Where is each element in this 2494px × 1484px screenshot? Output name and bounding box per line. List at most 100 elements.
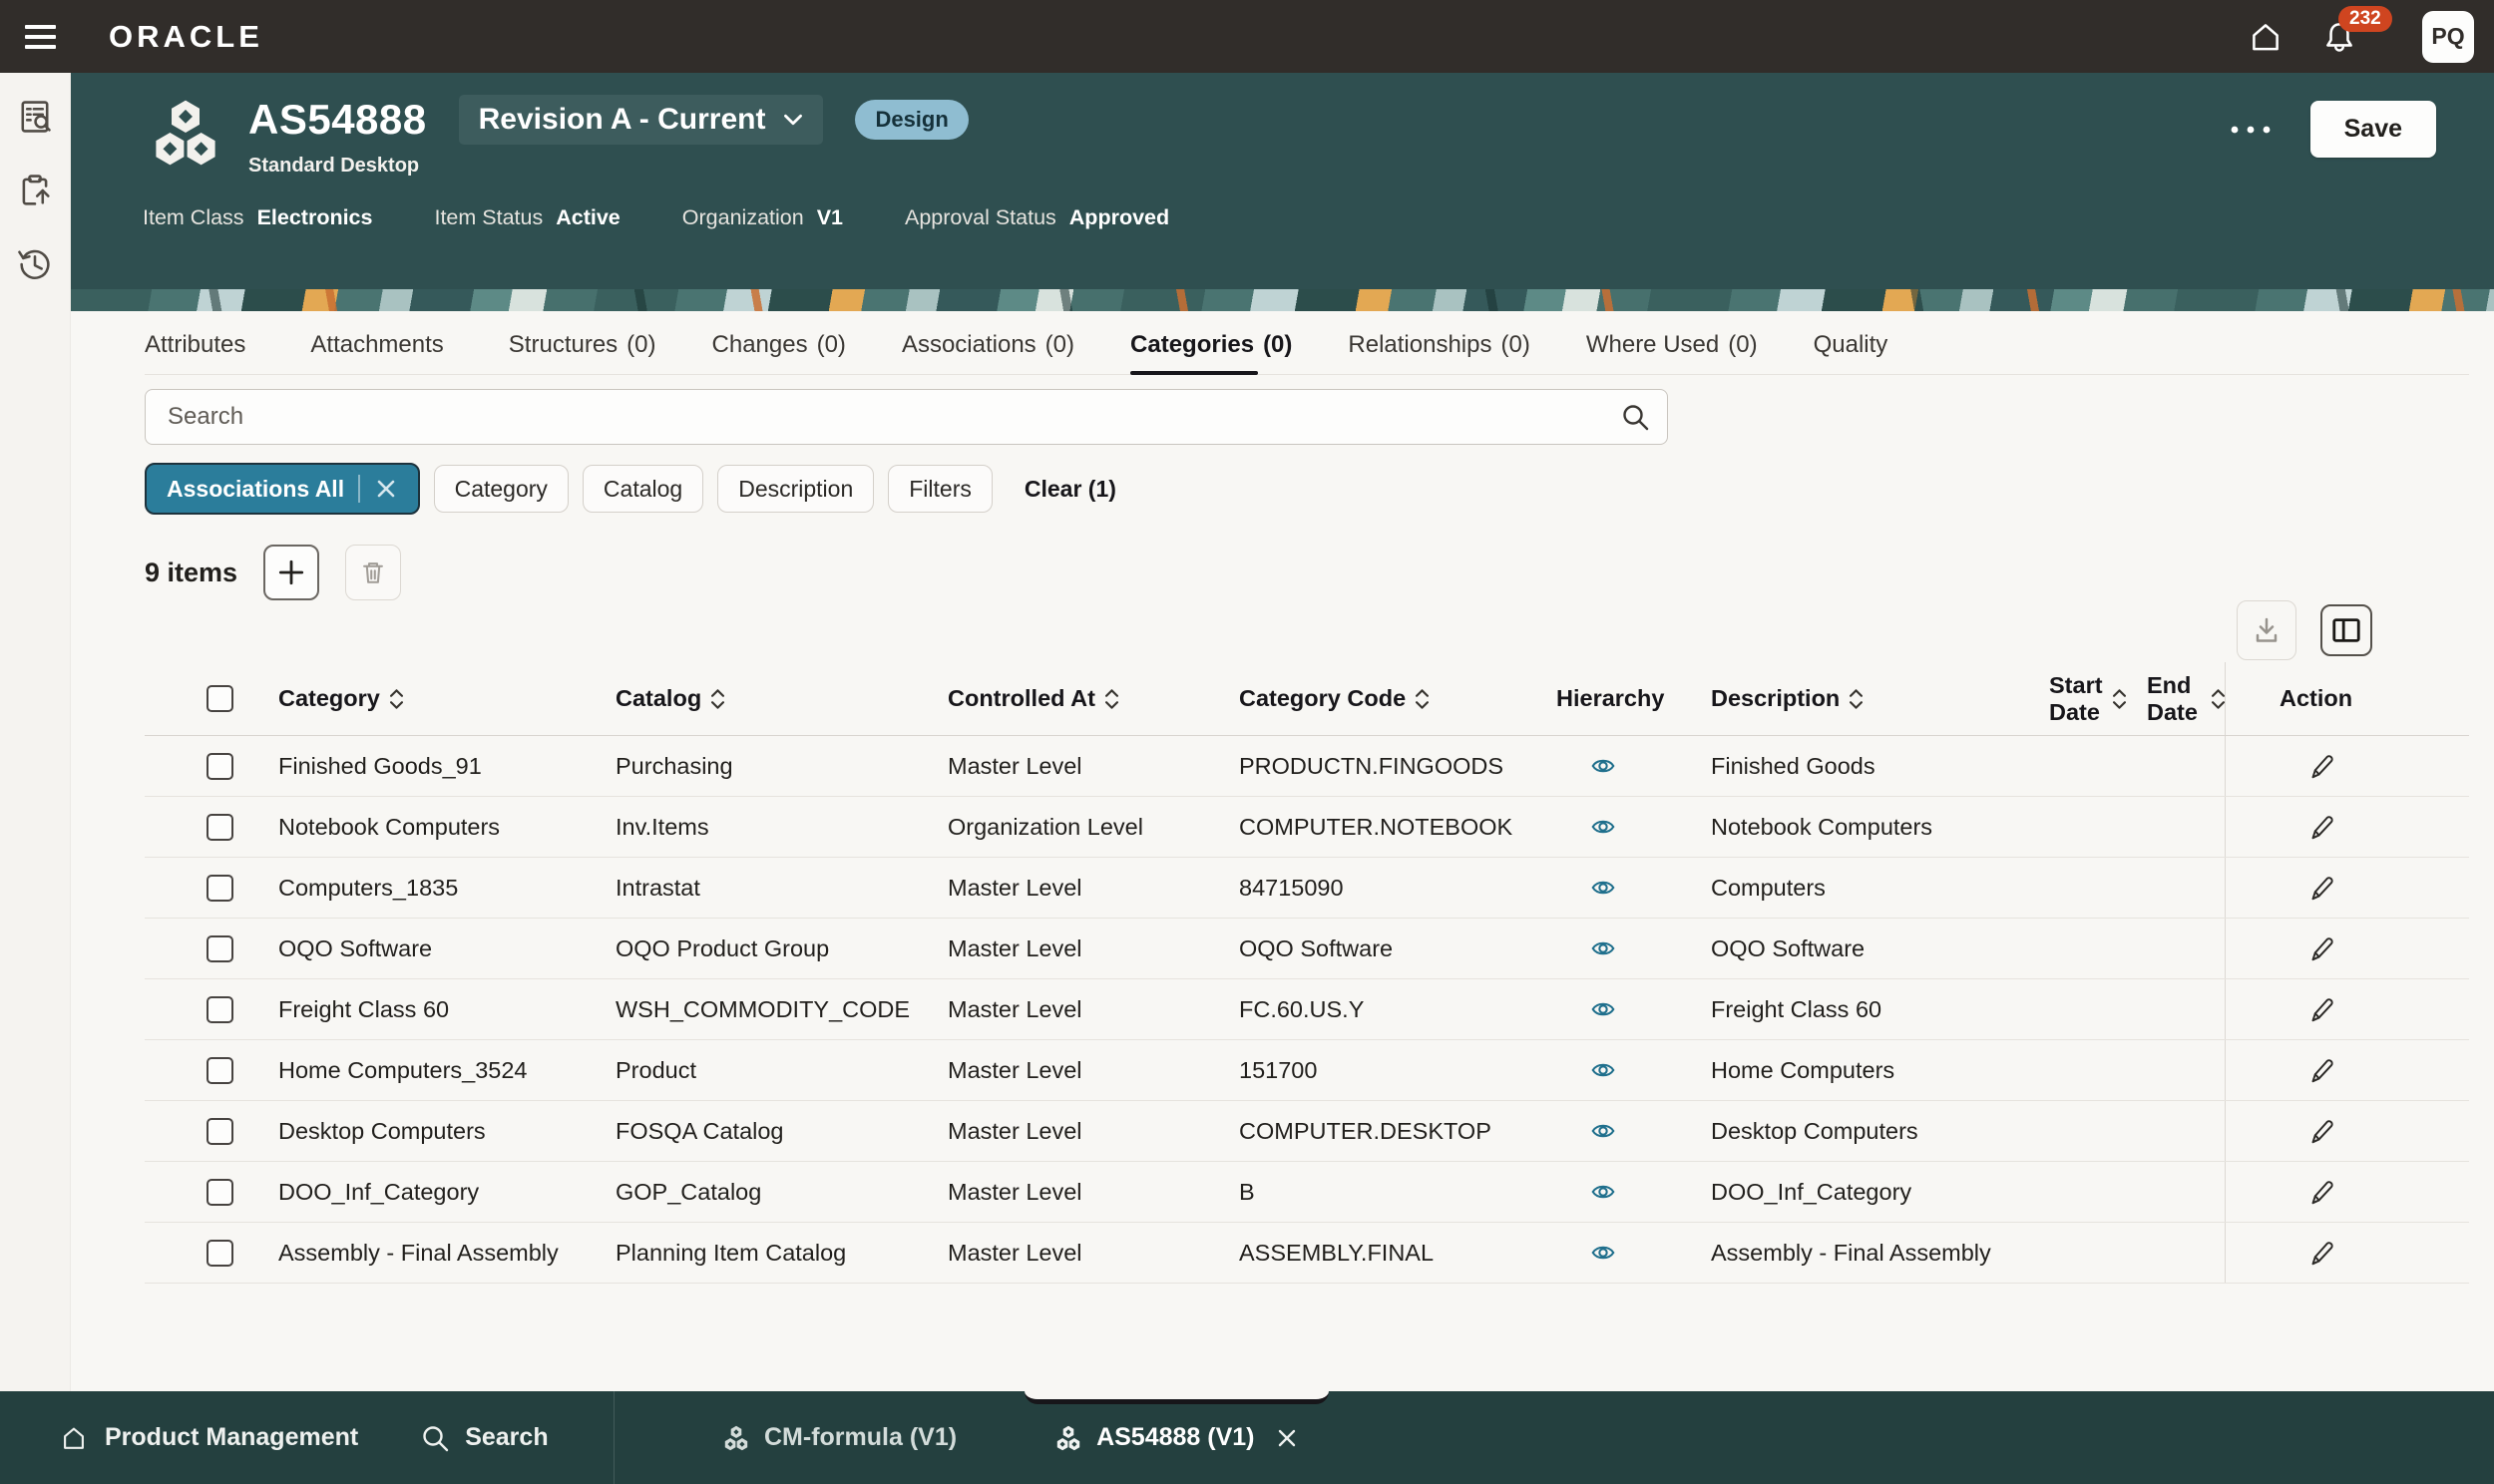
table-row: Computers_1835 Intrastat Master Level 84… — [145, 858, 2469, 919]
row-checkbox[interactable] — [207, 1057, 233, 1084]
view-hierarchy-icon[interactable] — [1588, 814, 1618, 840]
edit-icon[interactable] — [2305, 872, 2335, 904]
edit-icon[interactable] — [2305, 1054, 2335, 1086]
more-actions-button[interactable] — [2229, 105, 2273, 155]
column-header-catalog[interactable]: Catalog — [574, 685, 906, 712]
bottom-search-button[interactable]: Search — [420, 1423, 548, 1453]
controlled-at-cell: Master Level — [906, 996, 1197, 1023]
manage-columns-button[interactable] — [2320, 604, 2372, 656]
notifications-button[interactable]: 232 — [2316, 14, 2362, 60]
view-hierarchy-icon[interactable] — [1588, 875, 1618, 901]
row-checkbox[interactable] — [207, 1240, 233, 1267]
column-header-category-code[interactable]: Category Code — [1197, 685, 1514, 712]
sort-icon[interactable] — [711, 689, 724, 709]
column-header-category[interactable]: Category — [236, 685, 574, 712]
column-header-action: Action — [2225, 662, 2469, 735]
home-icon — [58, 1422, 90, 1454]
menu-button[interactable] — [25, 15, 69, 59]
filter-chip-associations-all[interactable]: Associations All — [145, 463, 420, 515]
category-cell: Computers_1835 — [236, 875, 574, 902]
description-cell: DOO_Inf_Category — [1666, 1179, 1997, 1206]
sort-icon[interactable] — [1850, 689, 1863, 709]
tasks-button[interactable] — [13, 169, 57, 212]
column-header-hierarchy: Hierarchy — [1514, 685, 1666, 712]
filter-chip-description[interactable]: Description — [717, 465, 874, 513]
controlled-at-cell: Master Level — [906, 1240, 1197, 1267]
items-count: 9 items — [145, 557, 237, 588]
clear-filters-button[interactable]: Clear (1) — [1025, 476, 1116, 503]
revision-selector[interactable]: Revision A - Current — [459, 95, 824, 145]
tab-attachments[interactable]: Attachments — [310, 331, 452, 359]
avatar-initials: PQ — [2431, 23, 2464, 50]
column-header-description[interactable]: Description — [1666, 685, 1997, 712]
edit-icon[interactable] — [2305, 932, 2335, 964]
table-row: Desktop Computers FOSQA Catalog Master L… — [145, 1101, 2469, 1162]
row-checkbox[interactable] — [207, 996, 233, 1023]
view-hierarchy-icon[interactable] — [1588, 1057, 1618, 1083]
sort-icon[interactable] — [390, 689, 403, 709]
sort-icon[interactable] — [1416, 689, 1429, 709]
view-hierarchy-icon[interactable] — [1588, 753, 1618, 779]
item-details-button[interactable] — [13, 95, 57, 139]
bottom-tab-as54888[interactable]: AS54888 (V1) — [1027, 1391, 1326, 1484]
home-button[interactable] — [2243, 14, 2288, 60]
column-header-end-date[interactable]: End Date — [2117, 672, 2225, 725]
sort-icon[interactable] — [1105, 689, 1118, 709]
tab-associations[interactable]: Associations(0) — [902, 331, 1074, 359]
tab-where-used[interactable]: Where Used(0) — [1586, 331, 1758, 359]
category-code-cell: B — [1197, 1179, 1514, 1206]
row-checkbox[interactable] — [207, 814, 233, 841]
remove-filter-icon[interactable] — [374, 477, 398, 501]
category-code-cell: FC.60.US.Y — [1197, 996, 1514, 1023]
close-tab-button[interactable] — [1275, 1426, 1299, 1450]
view-hierarchy-icon[interactable] — [1588, 1118, 1618, 1144]
edit-icon[interactable] — [2305, 750, 2335, 782]
row-checkbox[interactable] — [207, 875, 233, 902]
search-icon[interactable] — [1620, 402, 1650, 432]
view-hierarchy-icon[interactable] — [1588, 996, 1618, 1022]
view-hierarchy-icon[interactable] — [1588, 1179, 1618, 1205]
filter-chip-category[interactable]: Category — [434, 465, 569, 513]
home-icon — [2247, 18, 2285, 56]
row-checkbox[interactable] — [207, 1118, 233, 1145]
view-hierarchy-icon[interactable] — [1588, 1240, 1618, 1266]
bottom-tab-cm-formula[interactable]: CM-formula (V1) — [694, 1391, 985, 1484]
tab-structures[interactable]: Structures(0) — [509, 331, 656, 359]
search-input[interactable] — [145, 389, 1668, 445]
tab-bar: Attributes Attachments Structures(0) Cha… — [145, 331, 2469, 375]
edit-icon[interactable] — [2305, 1176, 2335, 1208]
edit-icon[interactable] — [2305, 811, 2335, 843]
row-checkbox[interactable] — [207, 935, 233, 962]
view-hierarchy-icon[interactable] — [1588, 935, 1618, 961]
save-button[interactable]: Save — [2310, 101, 2436, 158]
filter-chip-filters[interactable]: Filters — [888, 465, 993, 513]
tab-changes[interactable]: Changes(0) — [712, 331, 846, 359]
tab-quality[interactable]: Quality — [1814, 331, 1897, 359]
row-checkbox[interactable] — [207, 753, 233, 780]
column-header-controlled-at[interactable]: Controlled At — [906, 685, 1197, 712]
history-button[interactable] — [13, 242, 57, 286]
filter-chip-row: Associations All Category Catalog Descri… — [145, 463, 2494, 515]
item-search-icon — [15, 97, 55, 137]
avatar[interactable]: PQ — [2422, 11, 2474, 63]
tab-categories[interactable]: Categories(0) — [1130, 331, 1292, 359]
download-button[interactable] — [2237, 600, 2296, 660]
column-header-start-date[interactable]: Start Date — [1997, 672, 2117, 725]
sort-icon[interactable] — [2212, 689, 2225, 709]
filter-chip-catalog[interactable]: Catalog — [583, 465, 703, 513]
bottom-home-button[interactable]: Product Management — [58, 1422, 358, 1454]
edit-icon[interactable] — [2305, 993, 2335, 1025]
edit-icon[interactable] — [2305, 1115, 2335, 1147]
clipboard-upload-icon — [15, 171, 55, 210]
row-checkbox[interactable] — [207, 1179, 233, 1206]
tab-relationships[interactable]: Relationships(0) — [1348, 331, 1529, 359]
table-row: Finished Goods_91 Purchasing Master Leve… — [145, 736, 2469, 797]
add-category-button[interactable] — [263, 545, 319, 600]
delete-category-button[interactable] — [345, 545, 401, 600]
search-icon — [420, 1423, 450, 1453]
chevron-down-icon — [783, 113, 803, 127]
description-cell: Finished Goods — [1666, 753, 1997, 780]
edit-icon[interactable] — [2305, 1237, 2335, 1269]
select-all-checkbox[interactable] — [207, 685, 233, 712]
tab-attributes[interactable]: Attributes — [145, 331, 254, 359]
